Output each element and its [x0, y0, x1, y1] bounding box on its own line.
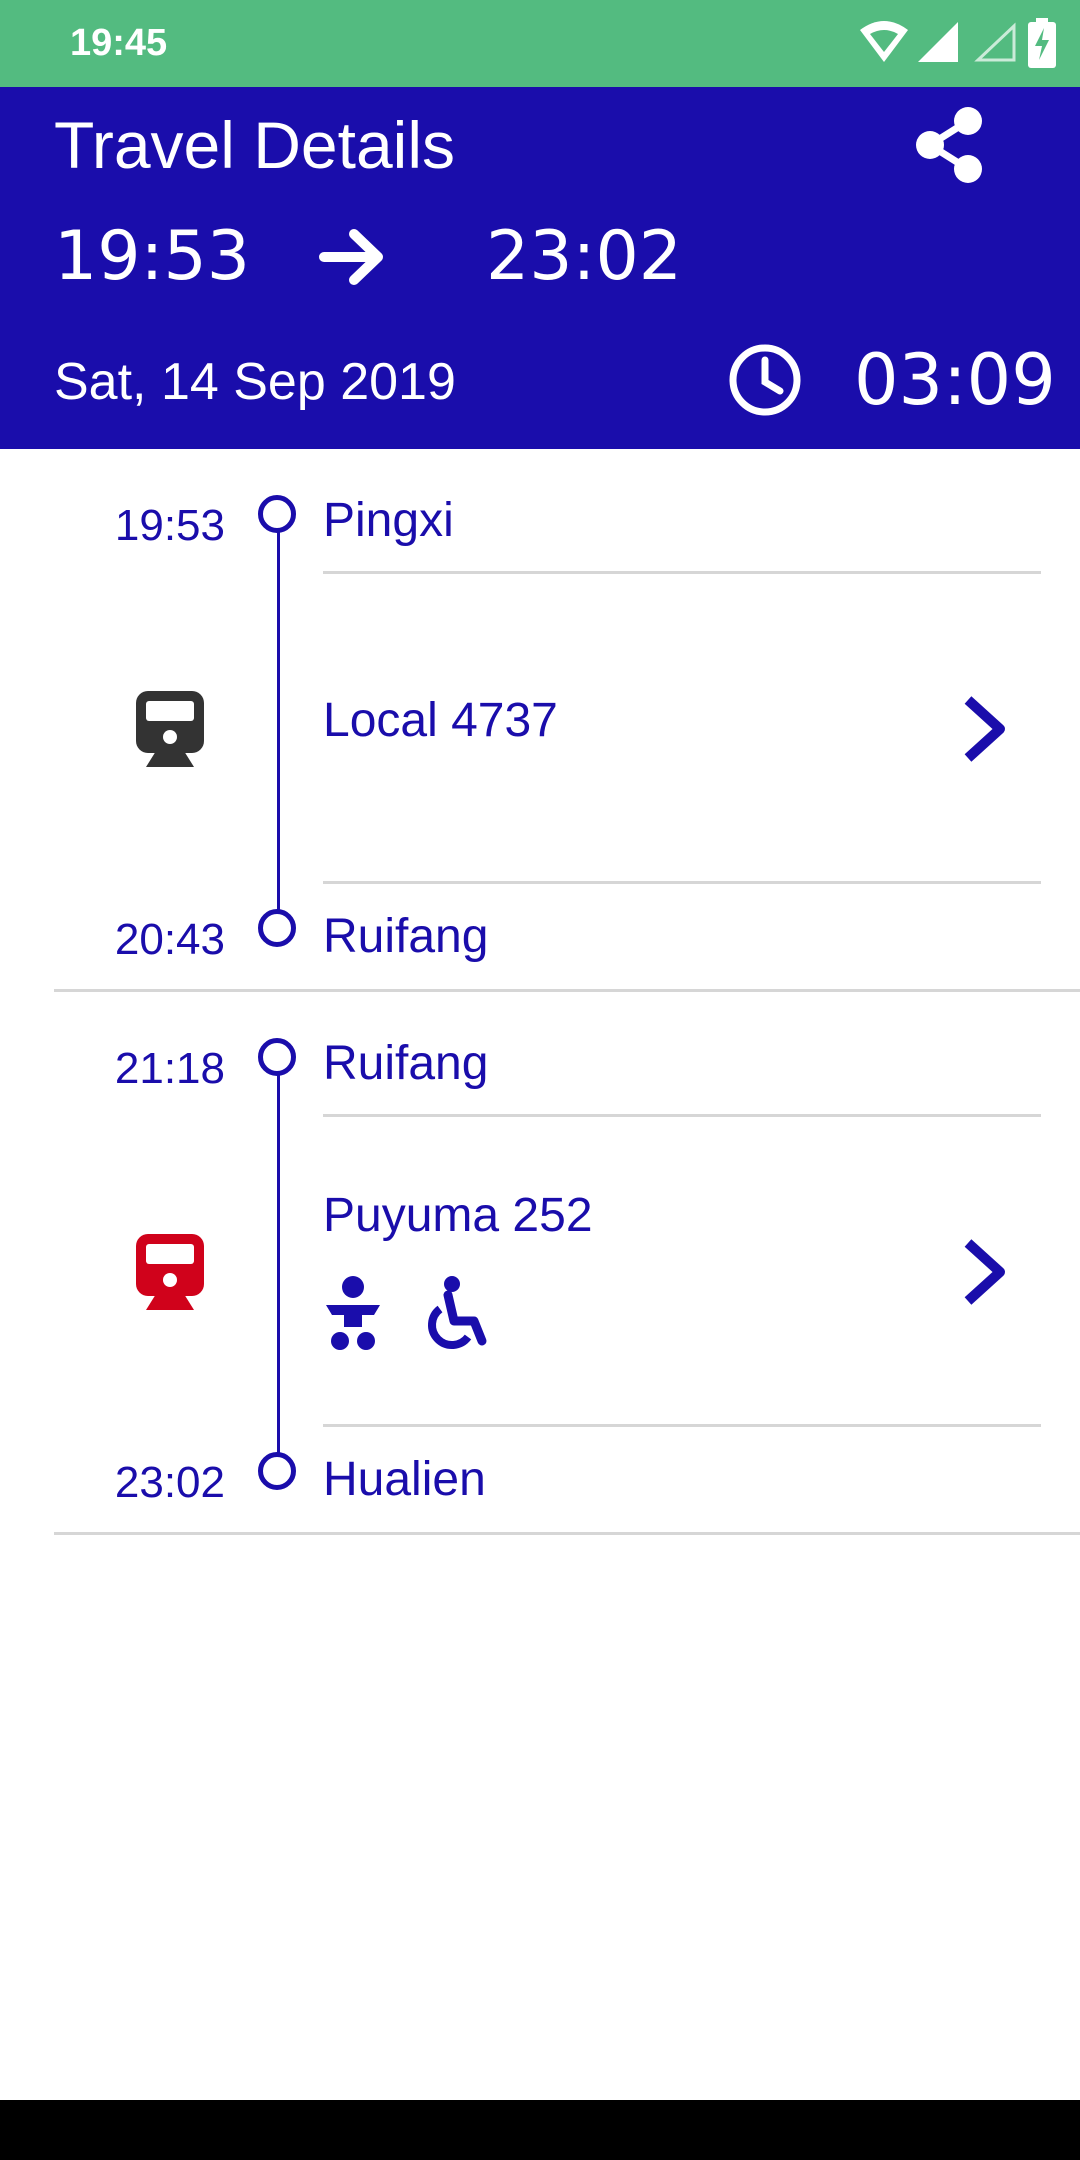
chevron-right-icon[interactable]: [958, 694, 1012, 764]
train-name: Local 4737: [323, 694, 558, 747]
wheelchair-accessible-icon: [428, 1276, 487, 1349]
leg-separator: [54, 1532, 1080, 1535]
signal-icon: [918, 22, 958, 62]
train-name: Puyuma 252: [323, 1189, 593, 1242]
depart-station: Ruifang: [323, 1037, 489, 1090]
journey-leg[interactable]: 19:53 Pingxi Local 4737 20:43 Ruifang: [0, 449, 1080, 989]
trip-duration: 03:09: [854, 339, 1056, 421]
depart-station: Pingxi: [323, 494, 454, 547]
train-icon: [136, 691, 204, 767]
arrival-time: 23:02: [486, 217, 682, 296]
arrive-station: Hualien: [323, 1453, 486, 1506]
header: Travel Details 19:53 23:02 Sat, 14 Sep 2…: [0, 87, 1080, 449]
wifi-icon: [860, 21, 908, 62]
timeline-dot: [258, 1038, 296, 1076]
travel-date: Sat, 14 Sep 2019: [54, 353, 456, 411]
train-icon: [136, 1234, 204, 1310]
timeline-dot: [258, 495, 296, 533]
arrive-time: 23:02: [114, 1458, 225, 1507]
timeline-dot: [258, 1452, 296, 1490]
arrive-time: 20:43: [114, 915, 225, 964]
depart-time: 21:18: [114, 1044, 225, 1093]
timeline-line: [277, 519, 280, 921]
clock-icon: [729, 344, 801, 416]
journey-leg[interactable]: 21:18 Ruifang Puyuma 252 23:02 Hualien: [0, 992, 1080, 1532]
system-nav-bar: [0, 2100, 1080, 2160]
arrive-station: Ruifang: [323, 910, 489, 963]
baby-changing-icon: [326, 1276, 380, 1350]
timeline-line: [277, 1062, 280, 1464]
share-icon[interactable]: [910, 105, 990, 185]
divider: [323, 1114, 1041, 1117]
battery-charging-icon: [1028, 18, 1056, 68]
timeline-dot: [258, 909, 296, 947]
status-bar: 19:45: [0, 0, 1080, 87]
departure-time: 19:53: [54, 217, 250, 296]
divider: [323, 1424, 1041, 1427]
arrow-right-icon: [319, 229, 383, 285]
depart-time: 19:53: [114, 501, 225, 550]
divider: [323, 881, 1041, 884]
chevron-right-icon[interactable]: [958, 1237, 1012, 1307]
signal-empty-icon: [974, 22, 1016, 62]
page-title: Travel Details: [54, 108, 455, 182]
divider: [323, 571, 1041, 574]
status-time: 19:45: [70, 22, 168, 64]
